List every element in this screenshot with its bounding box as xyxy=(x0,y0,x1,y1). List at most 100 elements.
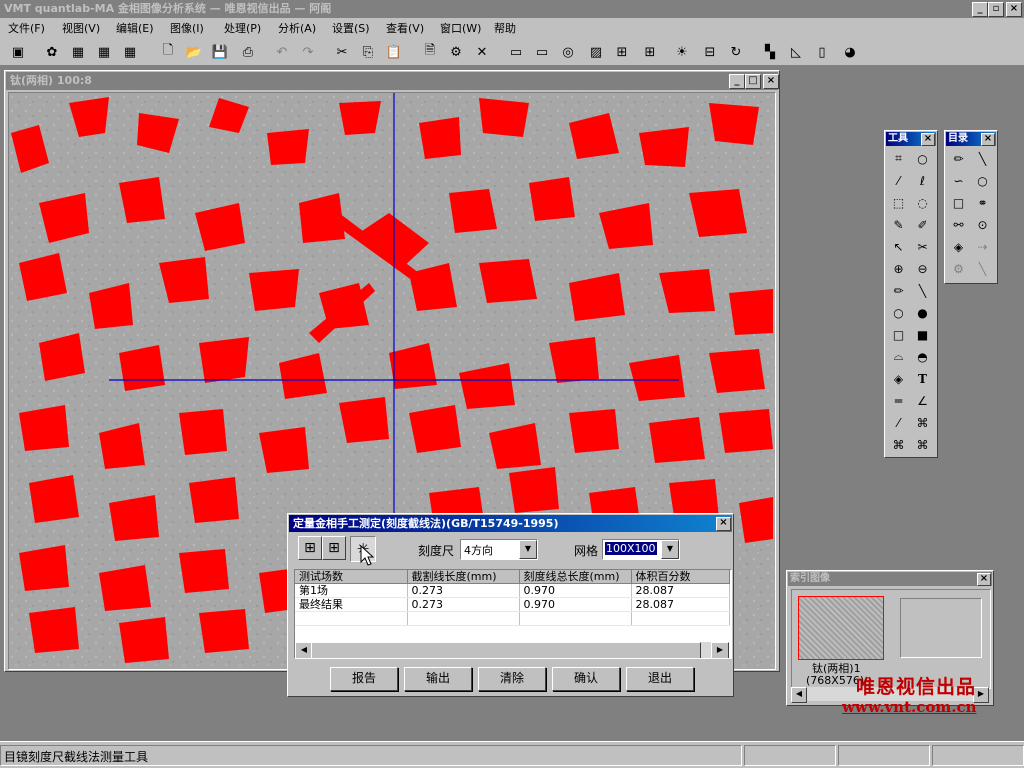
triangle-ruler-icon[interactable]: ◺ xyxy=(786,42,806,62)
pencil-icon[interactable]: ✏ xyxy=(889,281,908,300)
arch-outline-icon[interactable]: ⌓ xyxy=(889,347,908,366)
checker-icon[interactable]: ▚ xyxy=(760,42,780,62)
ruler-icon[interactable]: ═ xyxy=(889,391,908,410)
results-hscrollbar[interactable]: ◀ ▶ xyxy=(295,642,729,658)
draw-target-icon[interactable]: ⊙ xyxy=(973,215,992,234)
open-folder-icon[interactable]: 📂 xyxy=(184,42,204,62)
draw-curve-icon[interactable]: ∽ xyxy=(949,171,968,190)
grid-a-button[interactable]: ⊞ xyxy=(298,536,322,560)
window-a-icon[interactable]: ▭ xyxy=(506,42,526,62)
column-header[interactable]: 刻度线总长度(mm) xyxy=(519,570,632,584)
menu-process[interactable]: 处理(P) xyxy=(222,21,263,37)
scissors-icon[interactable]: ✂ xyxy=(913,237,932,256)
circle-select-icon[interactable]: ○ xyxy=(913,149,932,168)
draw-circle-icon[interactable]: ○ xyxy=(973,171,992,190)
dialog-close-button[interactable]: × xyxy=(716,517,731,531)
image-minimize-button[interactable]: _ xyxy=(729,74,745,89)
redo-icon[interactable]: ↷ xyxy=(298,42,318,62)
column-header[interactable]: 测试场数 xyxy=(295,570,408,584)
palette-icon[interactable]: ◕ xyxy=(840,42,860,62)
circle-grid-icon[interactable]: ◎ xyxy=(558,42,578,62)
menu-look[interactable]: 查看(V) xyxy=(384,21,426,37)
export-button[interactable]: 输出 xyxy=(404,667,472,691)
menu-file[interactable]: 文件(F) xyxy=(6,21,47,37)
tools-palette-close-button[interactable]: × xyxy=(921,133,935,146)
draw-line-icon[interactable]: ╲ xyxy=(973,149,992,168)
document-icon[interactable]: 🗎 xyxy=(420,42,440,62)
ellipse-filled-icon[interactable]: ● xyxy=(913,303,932,322)
table-row[interactable]: 最终结果 0.273 0.970 28.087 xyxy=(295,597,730,612)
app-close-button[interactable]: × xyxy=(1006,2,1022,17)
brightness-icon[interactable]: ☀ xyxy=(672,42,692,62)
cut-icon[interactable]: ✂ xyxy=(332,42,352,62)
exit-button[interactable]: 退出 xyxy=(626,667,694,691)
ellipse-outline-icon[interactable]: ○ xyxy=(889,303,908,322)
grid-b-button[interactable]: ⊞ xyxy=(322,536,346,560)
app-restore-button[interactable]: ▫ xyxy=(988,2,1004,17)
menu-help[interactable]: 帮助 xyxy=(492,21,518,37)
scroll-right-button[interactable]: ▶ xyxy=(711,642,729,658)
scale-select[interactable]: 4方向 ▼ xyxy=(460,539,538,560)
layout-icon[interactable]: ⊟ xyxy=(700,42,720,62)
confirm-button[interactable]: 确认 xyxy=(552,667,620,691)
draw-dash-icon[interactable]: ⇢ xyxy=(973,237,992,256)
menu-image[interactable]: 图像(I) xyxy=(168,21,206,37)
node-b-icon[interactable]: ⌘ xyxy=(889,435,908,454)
angle-icon[interactable]: ∠ xyxy=(913,391,932,410)
node-c-icon[interactable]: ⌘ xyxy=(913,435,932,454)
scroll-left-button[interactable]: ◀ xyxy=(791,687,807,703)
draw-circles-icon[interactable]: ⚭ xyxy=(973,193,992,212)
grain-icon[interactable]: ✿ xyxy=(42,42,62,62)
measure-b-icon[interactable]: ⊞ xyxy=(640,42,660,62)
chevron-down-icon[interactable]: ▼ xyxy=(661,540,679,559)
menu-window[interactable]: 窗口(W) xyxy=(438,21,483,37)
draw-rect-icon[interactable]: □ xyxy=(949,193,968,212)
image-c-icon[interactable]: ▦ xyxy=(120,42,140,62)
clear-button[interactable]: 清除 xyxy=(478,667,546,691)
fill-bucket-icon[interactable]: ◈ xyxy=(889,369,908,388)
brush-erase-icon[interactable]: ✐ xyxy=(913,215,932,234)
draw-link-icon[interactable]: ⚯ xyxy=(949,215,968,234)
arch-filled-icon[interactable]: ◓ xyxy=(913,347,932,366)
microscope-icon[interactable]: ⚙ xyxy=(446,42,466,62)
rect-outline-icon[interactable]: □ xyxy=(889,325,908,344)
draw-fill-icon[interactable]: ◈ xyxy=(949,237,968,256)
ellipse-select-icon[interactable]: ◌ xyxy=(913,193,932,212)
undo-icon[interactable]: ↶ xyxy=(272,42,292,62)
rect-filled-icon[interactable]: ■ xyxy=(913,325,932,344)
menu-analyze[interactable]: 分析(A) xyxy=(276,21,318,37)
brush-select-icon[interactable]: ✎ xyxy=(889,215,908,234)
move-icon[interactable]: ↖ xyxy=(889,237,908,256)
column-header[interactable]: 体积百分数 xyxy=(631,570,730,584)
menu-view[interactable]: 视图(V) xyxy=(60,21,102,37)
picture-icon[interactable]: ▨ xyxy=(586,42,606,62)
save-icon[interactable]: 💾 xyxy=(210,42,230,62)
image-maximize-button[interactable]: □ xyxy=(745,74,761,89)
measure-a-icon[interactable]: ⊞ xyxy=(612,42,632,62)
zoom-out-icon[interactable]: ⊖ xyxy=(913,259,932,278)
lasso-icon[interactable]: ℓ xyxy=(913,171,932,190)
line-icon[interactable]: ╲ xyxy=(913,281,932,300)
chevron-down-icon[interactable]: ▼ xyxy=(519,540,537,559)
table-row[interactable]: 第1场 0.273 0.970 28.087 xyxy=(295,583,730,598)
grid-select[interactable]: 100X100 ▼ xyxy=(602,539,680,560)
columns-icon[interactable]: ▯ xyxy=(812,42,832,62)
window-b-icon[interactable]: ▭ xyxy=(532,42,552,62)
zoom-in-icon[interactable]: ⊕ xyxy=(889,259,908,278)
image-a-icon[interactable]: ▦ xyxy=(68,42,88,62)
new-file-icon[interactable]: 🗋 xyxy=(158,42,178,62)
rect-select-icon[interactable]: ⬚ xyxy=(889,193,908,212)
print-icon[interactable]: ⎙ xyxy=(238,42,258,62)
tools-icon[interactable]: ✕ xyxy=(472,42,492,62)
node-a-icon[interactable]: ⌘ xyxy=(913,413,932,432)
eyedropper-icon[interactable]: ⁄ xyxy=(889,413,908,432)
thumbnail-panel-close-button[interactable]: × xyxy=(977,573,991,586)
text-icon[interactable]: T xyxy=(913,369,932,388)
menu-settings[interactable]: 设置(S) xyxy=(330,21,372,37)
column-header[interactable]: 截割线长度(mm) xyxy=(407,570,520,584)
draw-palette-close-button[interactable]: × xyxy=(981,133,995,146)
report-button[interactable]: 报告 xyxy=(330,667,398,691)
copy-icon[interactable]: ⎘ xyxy=(358,42,378,62)
draw-pencil-icon[interactable]: ✏ xyxy=(949,149,968,168)
menu-edit[interactable]: 编辑(E) xyxy=(114,21,156,37)
